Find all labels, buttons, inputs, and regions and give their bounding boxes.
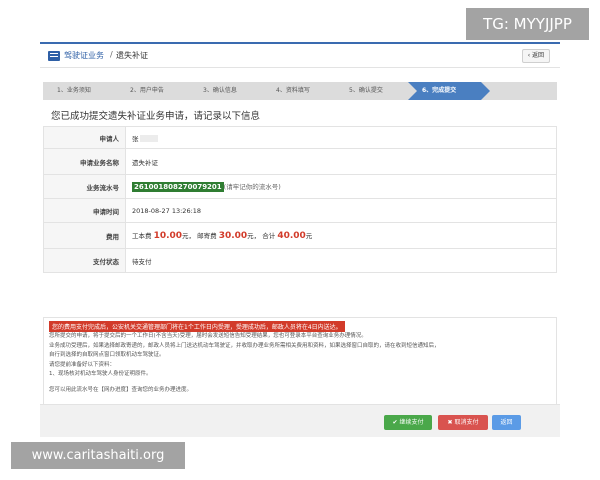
applicant-value: 张: [132, 134, 139, 143]
step-5: 5、确认提交: [335, 82, 417, 100]
notice-line-2: 业务成功受理后，如果选择邮政寄递的，邮政人员将上门送达机动车驾驶证，并收取办理业…: [49, 342, 440, 349]
notice-line-6: 您可以用此流水号在【网办进度】查询您的业务办理进度。: [49, 386, 193, 393]
notice-line-3: 自行到选择的自取网点窗口领取机动车驾驶证。: [49, 352, 165, 358]
page-title: 您已成功提交遗失补证业务申请，请记录以下信息: [51, 111, 261, 122]
fee-cost-prefix: 工本费: [132, 232, 152, 240]
fee-cost-unit: 元，: [182, 232, 196, 240]
applicant-label: 申请人: [43, 126, 126, 149]
fee-post-prefix: 邮寄费: [197, 232, 217, 240]
application-info-table: 申请人 张 申请业务名称 遗失补证 业务流水号 2610018082700792…: [43, 126, 557, 273]
fee-cell: 工本费 10.00元， 邮寄费 30.00元， 合计 40.00元: [125, 222, 557, 249]
license-card-icon: [48, 51, 60, 61]
flow-number-value: 261001808270079201: [132, 182, 224, 192]
payment-alert: 您的费用支付完成后，公安机关交通管理部门将在1个工作日内受理，受理成功后，邮政人…: [49, 321, 345, 332]
breadcrumb-separator: /: [110, 50, 113, 59]
back-button[interactable]: ‹ 返回: [521, 49, 550, 63]
step-1: 1、业务须知: [43, 82, 125, 100]
step-tail: [481, 82, 557, 100]
applicant-cell: 张: [125, 126, 557, 149]
notice-line-4: 请您提前准备好以下资料：: [49, 361, 116, 368]
fee-label: 费用: [43, 222, 126, 249]
step-3: 3、确认信息: [189, 82, 271, 100]
table-row: 申请人 张: [43, 126, 557, 149]
watermark-top-right: TG: MYYJJPP: [466, 8, 589, 40]
step-2: 2、用户申告: [116, 82, 198, 100]
flow-number-label: 业务流水号: [43, 174, 126, 199]
notice-line-1: 您所提交的申请，将于提交后的一个工作日(不含当天)受理，届时会发送短信告知受理结…: [49, 333, 367, 339]
breadcrumb-driver-license[interactable]: 驾驶证业务: [64, 50, 104, 61]
cancel-payment-button[interactable]: ✖ 取消支付: [438, 415, 488, 430]
fee-post-value: 30.00: [218, 231, 248, 241]
business-name-value: 遗失补证: [125, 148, 557, 175]
step-4: 4、资料填写: [262, 82, 344, 100]
action-footer: ✔ 继续支付 ✖ 取消支付 返回: [40, 404, 560, 437]
fee-total-value: 40.00: [277, 231, 306, 241]
watermark-bottom-left: www.caritashaiti.org: [11, 442, 185, 469]
pay-status-label: 支付状态: [43, 248, 126, 273]
pay-status-value: 待支付: [125, 248, 557, 273]
fee-post-unit: 元，: [247, 232, 261, 240]
step-6-active: 6、完成提交: [408, 82, 490, 100]
continue-payment-button[interactable]: ✔ 继续支付: [384, 415, 432, 430]
breadcrumb-bar: 驾驶证业务 / 遗失补证 ‹ 返回: [40, 42, 560, 68]
business-name-label: 申请业务名称: [43, 148, 126, 175]
return-button[interactable]: 返回: [492, 415, 521, 430]
breadcrumb-lost-replacement: 遗失补证: [116, 51, 148, 60]
apply-time-label: 申请时间: [43, 198, 126, 223]
fee-cost-value: 10.00: [153, 231, 183, 241]
progress-steps: 1、业务须知 2、用户申告 3、确认信息 4、资料填写 5、确认提交 6、完成提…: [43, 82, 557, 100]
redacted-name: [139, 135, 158, 142]
table-row: 申请时间 2018-08-27 13:26:18: [43, 198, 557, 223]
table-row: 支付状态 待支付: [43, 248, 557, 273]
flow-number-cell: 261001808270079201 (请牢记你的流水号): [125, 174, 557, 199]
table-row: 业务流水号 261001808270079201 (请牢记你的流水号): [43, 174, 557, 199]
fee-total-prefix: 合计: [262, 232, 276, 240]
table-row: 费用 工本费 10.00元， 邮寄费 30.00元， 合计 40.00元: [43, 222, 557, 249]
fee-total-unit: 元: [305, 232, 313, 240]
apply-time-value: 2018-08-27 13:26:18: [125, 198, 557, 223]
flow-number-hint: (请牢记你的流水号): [223, 183, 281, 191]
table-row: 申请业务名称 遗失补证: [43, 148, 557, 175]
notice-line-5: 1、现场核对机动车驾驶人身份证明原件。: [49, 371, 152, 377]
main-panel: 驾驶证业务 / 遗失补证 ‹ 返回 1、业务须知 2、用户申告 3、确认信息 4…: [40, 42, 560, 437]
